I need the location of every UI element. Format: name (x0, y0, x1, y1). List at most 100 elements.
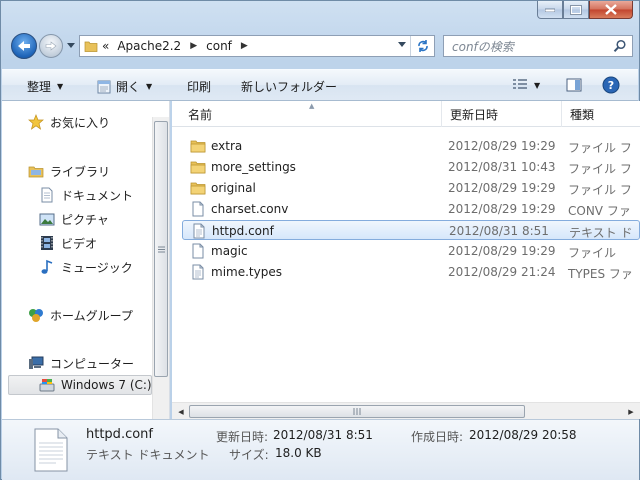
close-button[interactable] (589, 1, 633, 19)
recent-pages-dropdown[interactable] (67, 43, 75, 49)
open-label: 開く (116, 80, 141, 94)
document-icon (39, 187, 55, 203)
details-size-value: 18.0 KB (275, 446, 322, 460)
new-folder-button[interactable]: 新しいフォルダー (241, 78, 337, 95)
file-row[interactable]: original 2012/08/29 19:29 ファイル フ (182, 178, 640, 198)
file-type: ファイル フ (568, 141, 632, 155)
nav-pictures-label: ピクチャ (61, 212, 109, 227)
breadcrumb-apache[interactable]: Apache2.2 (113, 39, 185, 53)
print-button[interactable]: 印刷 (187, 78, 211, 95)
chevron-right-icon[interactable]: ▶ (236, 41, 253, 51)
nav-favorites-label: お気に入り (50, 115, 111, 130)
nav-computer[interactable]: コンピューター (28, 353, 134, 373)
maximize-button[interactable] (563, 1, 589, 19)
search-icon[interactable] (613, 39, 627, 53)
address-dropdown-icon[interactable] (398, 42, 406, 48)
details-pane: httpd.conf テキスト ドキュメント 更新日時: 2012/08/31 … (2, 419, 639, 480)
details-modified-value: 2012/08/31 8:51 (273, 428, 373, 442)
details-size-label: サイズ: (229, 448, 269, 462)
file-name-cell: mime.types (190, 264, 282, 280)
back-button[interactable] (11, 33, 37, 59)
file-modified: 2012/08/29 19:29 (448, 244, 556, 258)
nav-music[interactable]: ミュージック (39, 257, 133, 277)
help-button[interactable]: ? (602, 76, 620, 94)
file-list: 名前 ▲ 更新日時 種類 extra 2012/08/29 19:29 ファイル フ… (172, 101, 640, 419)
organize-button[interactable]: 整理 ▼ (27, 78, 63, 95)
file-type: ファイル フ (568, 162, 632, 176)
file-row[interactable]: httpd.conf 2012/08/31 8:51 テキスト ド (182, 220, 640, 240)
breadcrumb-overflow[interactable]: « (98, 39, 113, 53)
file-type: CONV ファ (568, 204, 631, 218)
maximize-icon (570, 4, 582, 15)
minimize-button[interactable] (537, 1, 563, 19)
horizontal-scrollbar[interactable]: ◀ ▶ (172, 402, 640, 419)
file-name-cell: extra (190, 138, 242, 154)
text-document-icon (34, 428, 68, 472)
file-name: charset.conv (211, 202, 289, 216)
navigation-pane: お気に入り ライブラリ ドキュメント ピクチャ ビデオ ミュージック ホームグル… (2, 101, 170, 419)
file-icon (190, 243, 206, 259)
file-modified: 2012/08/29 19:29 (448, 139, 556, 153)
arrow-left-icon (18, 41, 30, 51)
file-name-cell: magic (190, 243, 248, 259)
scroll-left-button[interactable]: ◀ (173, 404, 189, 419)
folder-icon (190, 159, 206, 175)
nav-documents[interactable]: ドキュメント (39, 185, 133, 205)
computer-icon (28, 355, 44, 371)
details-created-label: 作成日時: (411, 430, 464, 444)
view-options-button[interactable]: ▼ (512, 78, 540, 92)
notepad-icon (97, 80, 111, 93)
details-created-value: 2012/08/29 20:58 (469, 428, 577, 442)
help-icon: ? (602, 76, 620, 94)
nav-scrollbar[interactable] (152, 117, 169, 419)
forward-button[interactable] (39, 34, 63, 58)
nav-videos[interactable]: ビデオ (39, 233, 97, 253)
address-bar[interactable]: « Apache2.2 ▶ conf ▶ (79, 35, 435, 57)
preview-pane-button[interactable] (566, 77, 582, 93)
nav-scrollbar-thumb[interactable] (154, 121, 168, 377)
refresh-button[interactable] (410, 36, 434, 56)
command-bar: 整理 ▼ 開く ▼ 印刷 新しいフォルダー ▼ ? (2, 69, 638, 101)
nav-music-label: ミュージック (61, 260, 133, 275)
nav-favorites[interactable]: お気に入り (28, 112, 110, 132)
column-modified[interactable]: 更新日時 (442, 101, 562, 127)
chevron-right-icon[interactable]: ▶ (185, 41, 202, 51)
drive-icon (39, 377, 55, 393)
open-button[interactable]: 開く ▼ (96, 78, 152, 95)
breadcrumb-conf[interactable]: conf (202, 39, 236, 53)
print-label: 印刷 (187, 80, 212, 94)
file-row[interactable]: extra 2012/08/29 19:29 ファイル フ (182, 136, 640, 156)
nav-drive-label: Windows 7 (C:) (61, 378, 152, 392)
sort-ascending-icon: ▲ (309, 102, 315, 110)
column-name[interactable]: 名前 (172, 101, 442, 127)
library-icon (28, 163, 44, 179)
horizontal-scrollbar-thumb[interactable] (189, 405, 525, 418)
minimize-icon (545, 8, 555, 12)
nav-homegroup[interactable]: ホームグループ (28, 305, 133, 325)
preview-pane-icon (566, 78, 582, 92)
column-type[interactable]: 種類 (562, 101, 640, 127)
nav-drive-c[interactable]: Windows 7 (C:) (8, 375, 152, 395)
star-icon (28, 114, 44, 130)
file-name: mime.types (211, 265, 282, 279)
nav-libraries-label: ライブラリ (50, 164, 111, 179)
view-details-icon (513, 79, 527, 89)
nav-libraries[interactable]: ライブラリ (28, 161, 110, 181)
file-row[interactable]: magic 2012/08/29 19:29 ファイル (182, 241, 640, 261)
file-modified: 2012/08/31 8:51 (449, 224, 549, 238)
column-name-label: 名前 (188, 107, 213, 122)
scroll-right-button[interactable]: ▶ (623, 404, 639, 419)
column-header: 名前 ▲ 更新日時 種類 (172, 101, 640, 127)
refresh-icon (417, 40, 428, 52)
nav-pictures[interactable]: ピクチャ (39, 209, 109, 229)
file-row[interactable]: charset.conv 2012/08/29 19:29 CONV ファ (182, 199, 640, 219)
file-modified: 2012/08/29 19:29 (448, 202, 556, 216)
search-placeholder: confの検索 (452, 39, 514, 54)
grip-icon (157, 246, 165, 252)
search-input[interactable]: confの検索 (443, 35, 633, 57)
file-row[interactable]: mime.types 2012/08/29 21:24 TYPES ファ (182, 262, 640, 282)
file-row[interactable]: more_settings 2012/08/31 10:43 ファイル フ (182, 157, 640, 177)
file-name-cell: more_settings (190, 159, 296, 175)
file-name-cell: charset.conv (190, 201, 288, 217)
text-file-icon (191, 223, 207, 239)
